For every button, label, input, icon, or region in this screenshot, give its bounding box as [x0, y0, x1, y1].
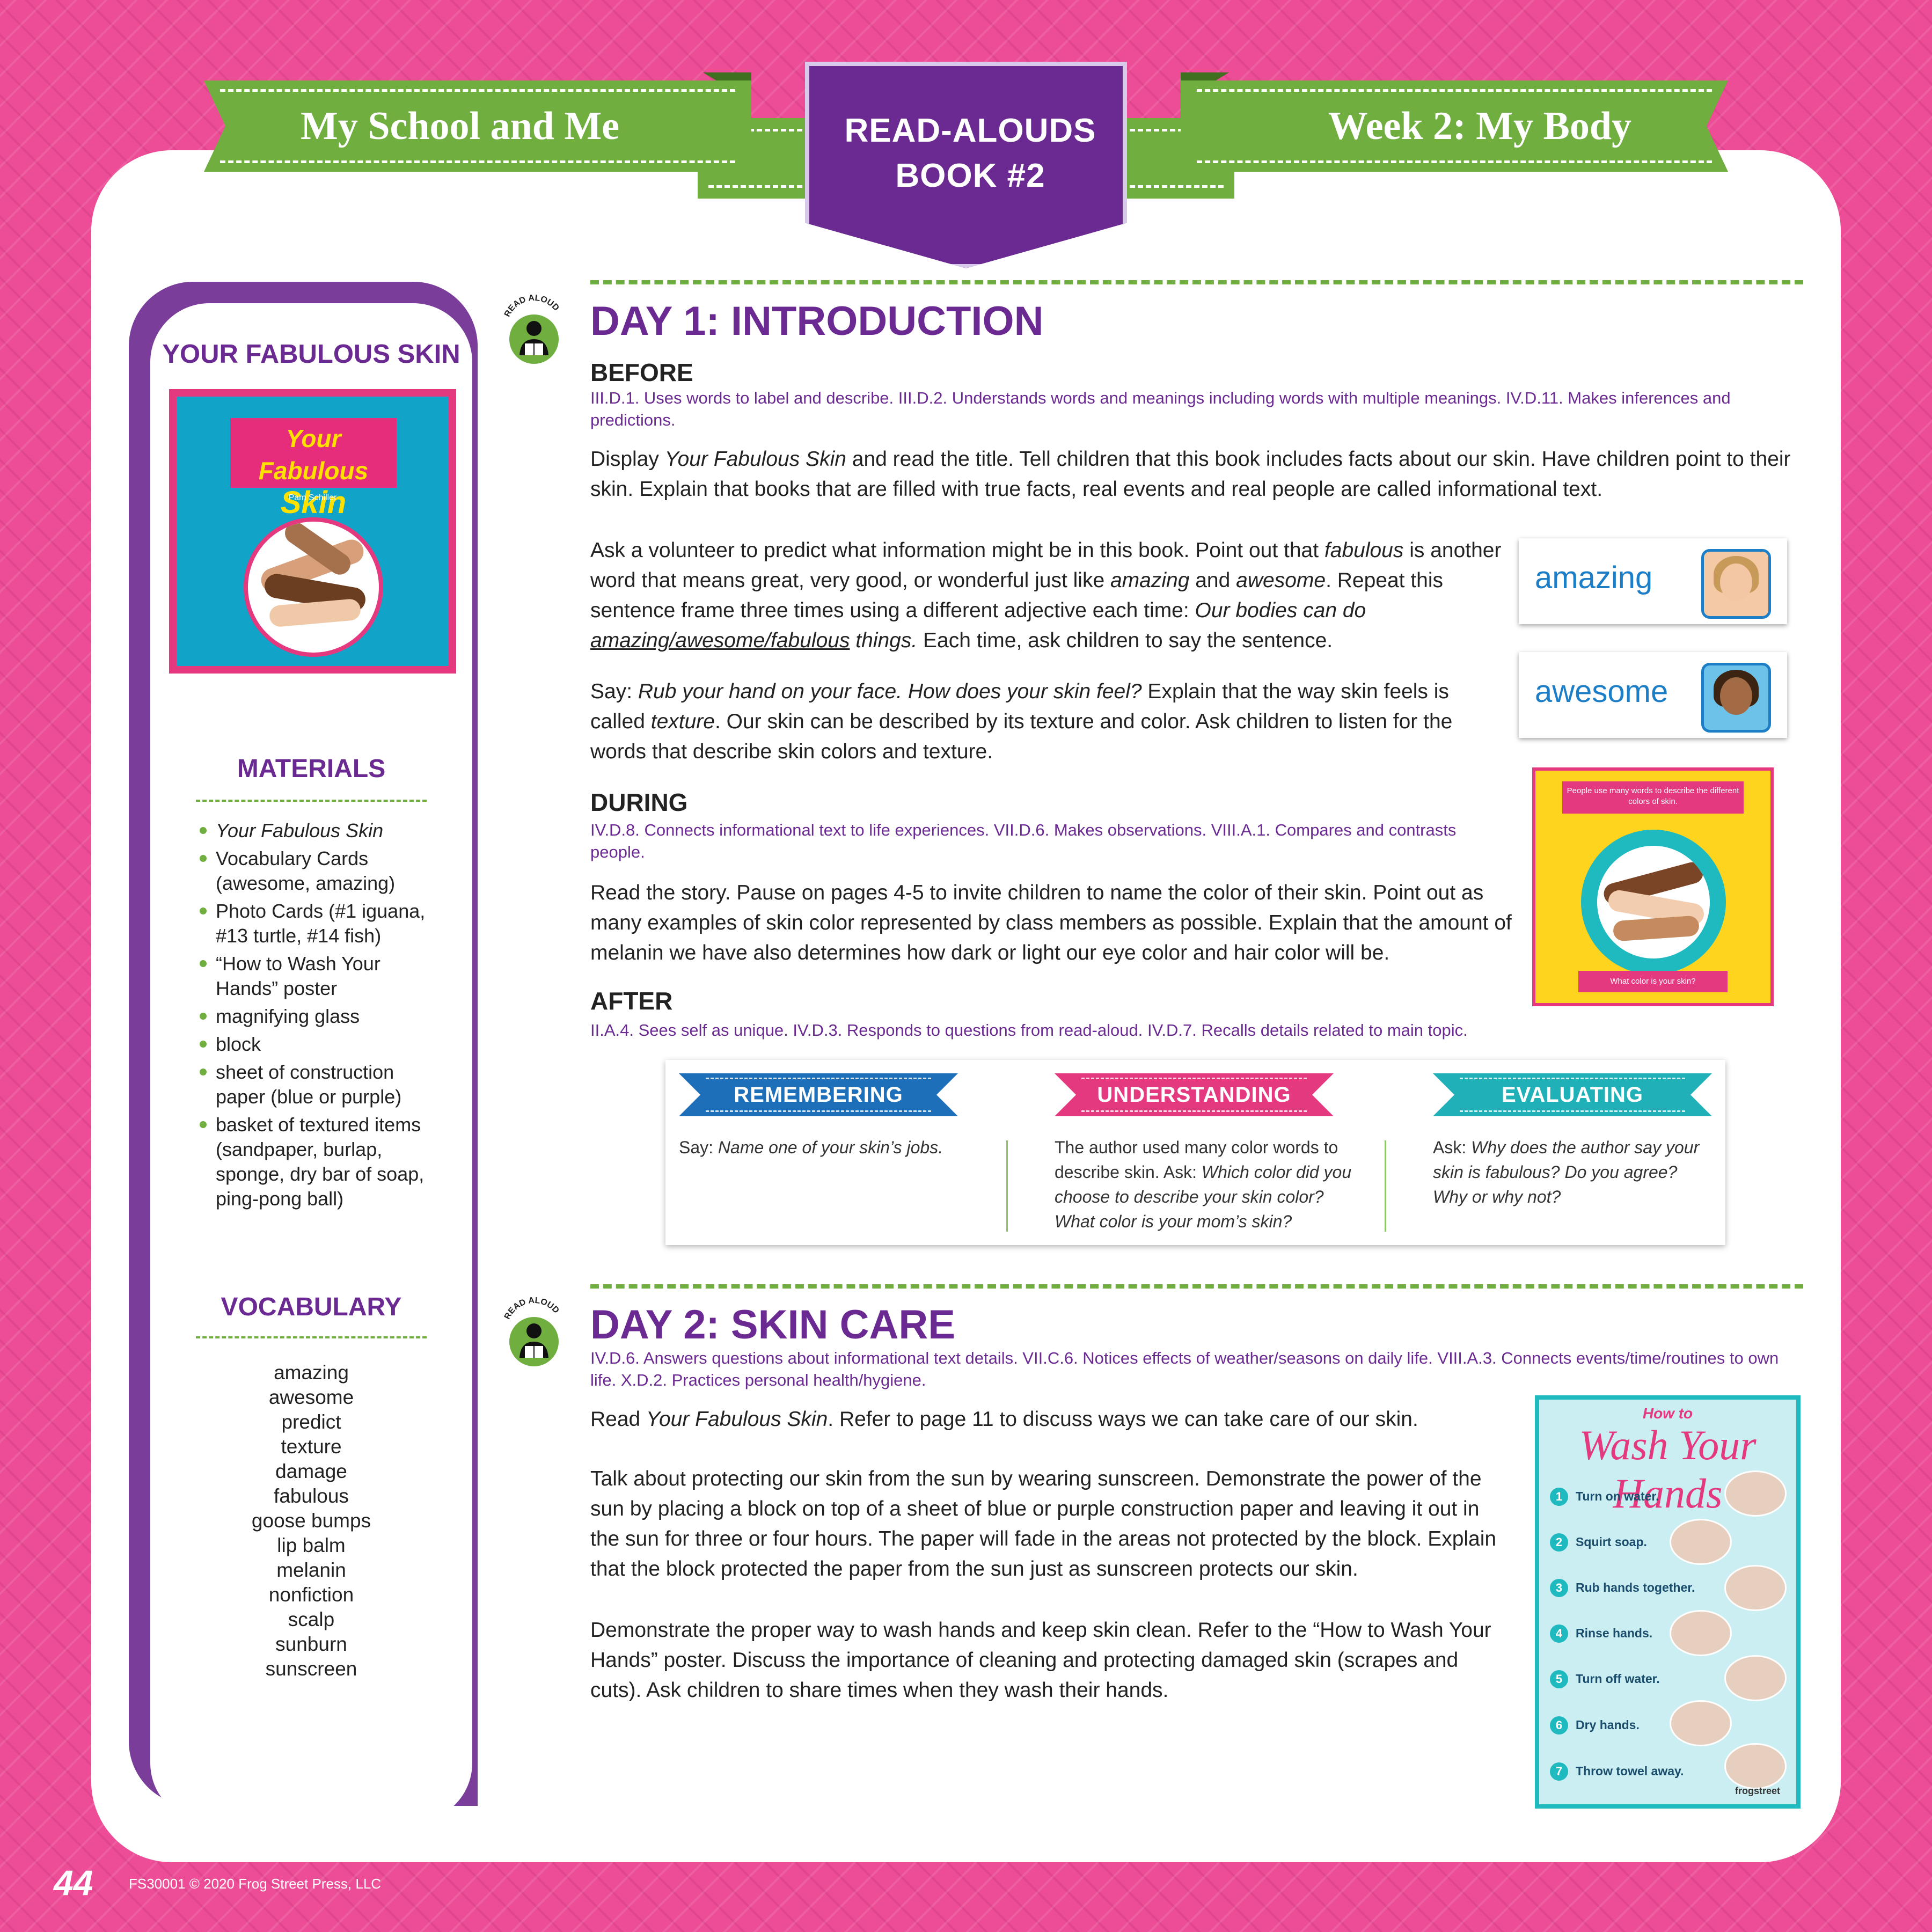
- vocab-word: fabulous: [274, 1485, 349, 1507]
- before-paragraph-3: Say: Rub your hand on your face. How doe…: [590, 680, 1453, 763]
- day1-divider: [590, 280, 1803, 284]
- after-heading: AFTER: [590, 987, 673, 1015]
- vocabulary-list: amazing awesome predict texture damage f…: [204, 1360, 419, 1681]
- material-item: “How to Wash Your Hands” poster: [199, 952, 445, 1001]
- cover-title-line-1: Your Fabulous: [258, 425, 369, 485]
- badge-line-2: BOOK #2: [895, 157, 1045, 194]
- evaluating-tag: EVALUATING: [1433, 1073, 1712, 1116]
- before-standards: III.D.1. Uses words to label and describ…: [590, 389, 1731, 429]
- day2-divider: [590, 1284, 1803, 1289]
- hands-photo: [244, 517, 383, 657]
- cover-author: Pam Schiller: [288, 493, 337, 502]
- read-aloud-icon: READ ALOUD: [503, 294, 561, 364]
- poster-step: 2 Squirt soap.: [1550, 1531, 1647, 1553]
- vocab-word: amazing: [274, 1362, 349, 1384]
- vocab-word: goose bumps: [251, 1510, 371, 1532]
- material-item: Vocabulary Cards (awesome, amazing): [199, 846, 445, 896]
- material-item: magnifying glass: [199, 1004, 445, 1029]
- material-item: Your Fabulous Skin: [199, 818, 445, 843]
- step-photo: [1670, 1700, 1732, 1746]
- poster-step: 6 Dry hands.: [1550, 1714, 1640, 1736]
- evaluating-text: Ask: Why does the author say your skin i…: [1433, 1138, 1700, 1206]
- skin-colors-card: People use many words to describe the di…: [1532, 767, 1774, 1006]
- bloom-question-box: REMEMBERING UNDERSTANDING EVALUATING Say…: [665, 1060, 1725, 1245]
- child-photo: [1701, 663, 1771, 733]
- material-item: Photo Cards (#1 iguana, #13 turtle, #14 …: [199, 899, 445, 948]
- copyright: FS30001 © 2020 Frog Street Press, LLC: [129, 1876, 382, 1892]
- vocab-word: predict: [281, 1411, 341, 1433]
- hands-photo: [1597, 846, 1710, 958]
- remembering-tag: REMEMBERING: [679, 1073, 958, 1116]
- vocabulary-divider: [196, 1336, 427, 1338]
- step-photo: [1724, 1565, 1787, 1611]
- vocab-word: damage: [275, 1460, 347, 1482]
- sidebar-book-title: YOUR FABULOUS SKIN: [162, 340, 460, 369]
- step-photo: [1724, 1655, 1787, 1701]
- vocab-word: melanin: [276, 1559, 346, 1581]
- vocab-card-word: awesome: [1535, 674, 1668, 709]
- header-ribbon-left: My School and Me: [204, 80, 751, 172]
- after-standards: II.A.4. Sees self as unique. IV.D.3. Res…: [590, 1021, 1468, 1040]
- poster-step: 3 Rub hands together.: [1550, 1577, 1695, 1598]
- cover-title-box: Your Fabulous Skin: [230, 418, 397, 519]
- day2-paragraph-1: Read Your Fabulous Skin. Refer to page 1…: [590, 1408, 1418, 1431]
- unit-title: My School and Me: [301, 104, 620, 148]
- vocab-word: sunburn: [275, 1633, 347, 1655]
- vocab-word: nonfiction: [268, 1584, 354, 1606]
- header-ribbon-right: Week 2: My Body: [1181, 80, 1728, 172]
- during-paragraph: Read the story. Pause on pages 4-5 to in…: [590, 881, 1512, 964]
- materials-list: Your Fabulous Skin Vocabulary Cards (awe…: [199, 818, 445, 1214]
- day2-standards: IV.D.6. Answers questions about informat…: [590, 1349, 1779, 1389]
- skin-card-question: What color is your skin?: [1578, 971, 1728, 992]
- day1-title: DAY 1: INTRODUCTION: [590, 298, 1044, 344]
- material-item: block: [199, 1032, 445, 1057]
- vocab-word: texture: [281, 1436, 342, 1458]
- poster-step: 7 Throw towel away.: [1550, 1760, 1684, 1782]
- skin-card-caption: People use many words to describe the di…: [1562, 781, 1744, 814]
- vocab-word: awesome: [268, 1386, 354, 1408]
- materials-heading: MATERIALS: [237, 755, 386, 783]
- step-photo: [1670, 1610, 1732, 1656]
- understanding-text: The author used many color words to desc…: [1055, 1138, 1352, 1231]
- during-standards: IV.D.8. Connects informational text to l…: [590, 821, 1457, 861]
- poster-how-to: How to: [1642, 1405, 1693, 1422]
- page-number: 44: [54, 1863, 93, 1902]
- vocabulary-heading: VOCABULARY: [221, 1293, 402, 1321]
- before-heading: BEFORE: [590, 358, 693, 386]
- poster-step: 5 Turn off water.: [1550, 1668, 1660, 1689]
- skin-card-photo-ring: [1581, 830, 1726, 975]
- vocab-card-amazing: amazing: [1519, 538, 1787, 624]
- vocab-word: lip balm: [277, 1534, 346, 1556]
- vocab-word: scalp: [288, 1608, 335, 1630]
- day2-title: DAY 2: SKIN CARE: [590, 1302, 955, 1348]
- before-paragraph-2: Ask a volunteer to predict what informat…: [590, 539, 1502, 652]
- vocab-card-word: amazing: [1535, 560, 1653, 595]
- week-title: Week 2: My Body: [1328, 104, 1631, 148]
- vocab-card-awesome: awesome: [1519, 652, 1787, 738]
- child-photo: [1701, 549, 1771, 619]
- material-item: basket of textured items (sandpaper, bur…: [199, 1113, 445, 1211]
- read-aloud-icon: READ ALOUD: [503, 1296, 561, 1366]
- poster-step: 4 Rinse hands.: [1550, 1622, 1652, 1644]
- step-photo: [1724, 1743, 1787, 1789]
- before-paragraph-1: Display Your Fabulous Skin and read the …: [590, 448, 1791, 501]
- cover-title-line-2: Skin: [280, 485, 347, 520]
- step-photo: [1670, 1519, 1732, 1565]
- column-divider: [1006, 1140, 1008, 1232]
- material-item: sheet of construction paper (blue or pur…: [199, 1060, 445, 1109]
- day2-paragraph-3: Demonstrate the proper way to wash hands…: [590, 1619, 1491, 1702]
- during-heading: DURING: [590, 788, 688, 816]
- day2-paragraph-2: Talk about protecting our skin from the …: [590, 1467, 1497, 1580]
- column-divider: [1385, 1140, 1386, 1232]
- step-photo: [1724, 1470, 1787, 1517]
- poster-step: 1 Turn on water.: [1550, 1485, 1659, 1507]
- materials-divider: [196, 800, 427, 802]
- vocab-word: sunscreen: [265, 1658, 357, 1680]
- poster-brand-logo: frogstreet: [1735, 1785, 1780, 1796]
- book-cover-image: Your Fabulous Skin Pam Schiller: [169, 389, 456, 674]
- understanding-tag: UNDERSTANDING: [1055, 1073, 1334, 1116]
- badge-line-1: READ-ALOUDS: [844, 112, 1096, 149]
- remembering-text: Say: Name one of your skin’s jobs.: [679, 1138, 943, 1157]
- wash-hands-poster: How to Wash Your Hands 1 Turn on water. 2…: [1535, 1395, 1801, 1809]
